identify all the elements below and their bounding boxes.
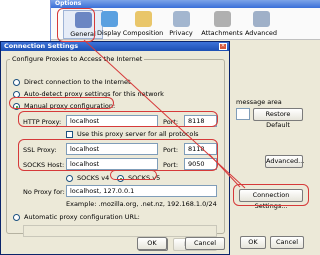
dialog-title: Connection Settings: [4, 42, 79, 50]
manual-proxy-highlight: [9, 97, 114, 109]
message-area-field[interactable]: [236, 108, 250, 120]
no-proxy-example: Example: .mozilla.org, .net.nz, 192.168.…: [66, 200, 217, 208]
advanced-icon: [252, 11, 270, 27]
tab-advanced[interactable]: Advanced: [241, 10, 281, 39]
no-proxy-input[interactable]: localhost, 127.0.0.1: [66, 185, 217, 197]
privacy-icon: [172, 11, 190, 27]
connection-settings-highlight: [233, 184, 309, 206]
auto-config-radio[interactable]: [13, 214, 20, 221]
direct-connection-radio[interactable]: [13, 79, 20, 86]
composition-icon: [134, 11, 152, 27]
display-icon: [100, 11, 118, 27]
options-ok-button[interactable]: OK: [240, 236, 266, 249]
http-proxy-highlight: [18, 111, 218, 127]
options-title-bar: Options: [51, 0, 320, 8]
auto-config-url-input[interactable]: [23, 225, 217, 237]
tab-attachments[interactable]: Attachments: [199, 10, 245, 39]
general-tab-highlight: [57, 8, 95, 42]
proxy-group-label: Configure Proxies to Access the Internet: [10, 55, 145, 63]
message-area-text: message area: [236, 98, 282, 106]
socks-v5-highlight: [110, 170, 157, 180]
tab-composition[interactable]: Composition: [121, 10, 165, 39]
same-proxy-label: Use this proxy server for all protocols: [77, 130, 199, 138]
options-cancel-button[interactable]: Cancel: [270, 236, 304, 249]
same-proxy-checkbox[interactable]: [66, 131, 73, 138]
dialog-ok-button-bottom[interactable]: OK: [137, 237, 167, 250]
tab-privacy[interactable]: Privacy: [161, 10, 201, 39]
dialog-cancel-button[interactable]: Cancel: [185, 237, 225, 250]
dialog-title-bar: Connection Settings ✕: [1, 42, 229, 51]
restore-default-button[interactable]: Restore Default: [253, 108, 303, 129]
socks-v4-radio[interactable]: [66, 175, 73, 182]
auto-config-label: Automatic proxy configuration URL:: [24, 213, 140, 221]
ssl-socks-highlight: [18, 139, 218, 171]
advanced-button[interactable]: Advanced...: [265, 155, 304, 168]
direct-connection-label: Direct connection to the Internet: [24, 78, 131, 86]
no-proxy-label: No Proxy for:: [23, 188, 65, 196]
close-icon[interactable]: ✕: [219, 43, 227, 50]
attachments-icon: [213, 11, 231, 27]
socks-v4-label: SOCKS v4: [77, 174, 110, 182]
